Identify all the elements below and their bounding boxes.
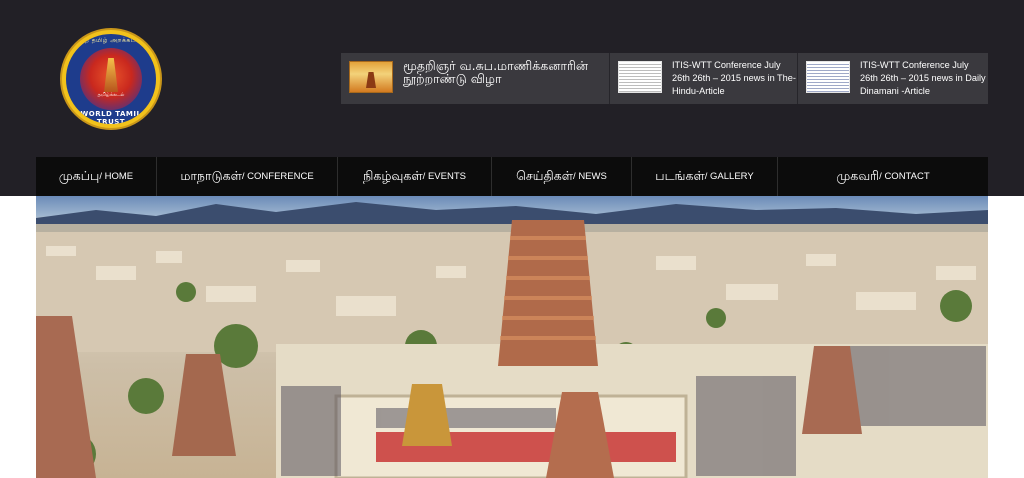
site-header: உலகத் தமிழ் அறக்கட்டளை தமிழ்க்கடல் WORLD… (0, 0, 1024, 196)
nav-label-english: / GALLERY (704, 171, 754, 182)
news-title: மூதறிஞர் வ.சுப.மாணிக்கனாரின் நூற்றாண்டு … (403, 58, 588, 86)
nav-label-tamil: மாநாடுகள் (180, 168, 242, 183)
news-title: ITIS-WTT Conference July 26th 26th – 201… (860, 60, 986, 96)
side-gopuram (172, 354, 236, 456)
nav-label-tamil: படங்கள் (655, 168, 705, 183)
nav-label-english: / CONFERENCE (241, 171, 314, 182)
logo-bottom-text: WORLD TAMIL TRUST (80, 110, 142, 126)
nav-label-tamil: முகப்பு (58, 168, 100, 183)
nav-label-english: / EVENTS (422, 171, 466, 182)
news-thumbnail (349, 61, 393, 93)
news-item[interactable]: ITIS-WTT Conference July 26th 26th – 201… (610, 53, 798, 104)
news-ticker: மூதறிஞர் வ.சுப.மாணிக்கனாரின் நூற்றாண்டு … (341, 53, 988, 104)
nav-item-gallery[interactable]: படங்கள் / GALLERY (632, 157, 778, 196)
nav-item-conference[interactable]: மாநாடுகள் / CONFERENCE (157, 157, 338, 196)
nav-label-tamil: செய்திகள் (516, 168, 574, 183)
nav-label-english: / NEWS (573, 171, 607, 182)
nav-item-home[interactable]: முகப்பு / HOME (36, 157, 157, 196)
logo-top-text: உலகத் தமிழ் அறக்கட்டளை (69, 37, 153, 44)
temple-aerial-illustration (36, 202, 988, 478)
nav-label-tamil: முகவரி (836, 168, 880, 183)
hero-banner-image (36, 196, 988, 478)
main-gopuram (498, 220, 598, 366)
nav-label-english: / CONTACT (879, 171, 930, 182)
nav-item-contact[interactable]: முகவரி / CONTACT (778, 157, 988, 196)
news-item[interactable]: ITIS-WTT Conference July 26th 26th – 201… (798, 53, 988, 104)
nav-item-events[interactable]: நிகழ்வுகள் / EVENTS (338, 157, 492, 196)
nav-label-english: / HOME (99, 171, 134, 182)
news-title: ITIS-WTT Conference July 26th 26th – 201… (672, 60, 796, 96)
nav-item-news[interactable]: செய்திகள் / NEWS (492, 157, 632, 196)
main-nav: முகப்பு / HOME மாநாடுகள் / CONFERENCE நி… (36, 157, 988, 196)
world-tamil-trust-logo[interactable]: உலகத் தமிழ் அறக்கட்டளை தமிழ்க்கடல் WORLD… (62, 30, 160, 128)
news-thumbnail (618, 61, 662, 93)
nav-label-tamil: நிகழ்வுகள் (363, 168, 423, 183)
logo-inner-caption: தமிழ்க்கடல் (97, 92, 125, 98)
news-thumbnail (806, 61, 850, 93)
news-item[interactable]: மூதறிஞர் வ.சுப.மாணிக்கனாரின் நூற்றாண்டு … (341, 53, 610, 104)
